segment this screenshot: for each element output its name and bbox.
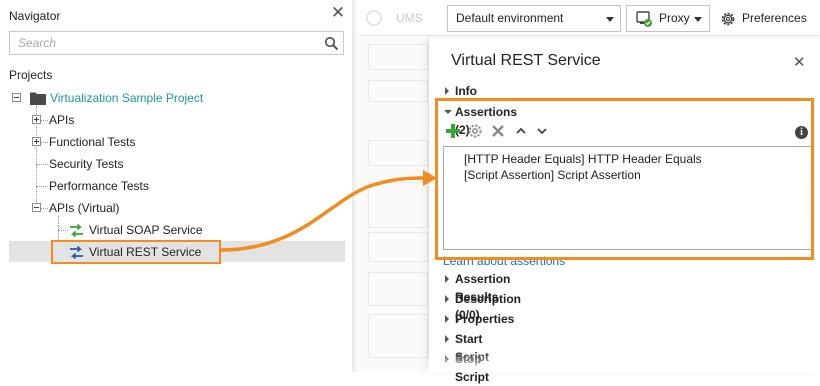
chevron-down-icon bbox=[694, 17, 702, 22]
tree-item-project[interactable]: Virtualization Sample Project bbox=[9, 88, 329, 108]
search-box[interactable] bbox=[9, 31, 344, 55]
collapse-icon[interactable] bbox=[12, 93, 21, 102]
tree-item-label: Virtualization Sample Project bbox=[50, 91, 204, 105]
tree-item-label: Performance Tests bbox=[49, 179, 149, 193]
expand-icon[interactable] bbox=[32, 115, 41, 124]
background-element bbox=[368, 80, 428, 102]
navigator-title: Navigator bbox=[9, 9, 61, 23]
navigator-panel: Navigator ✕ Projects Virtualization Samp… bbox=[0, 0, 352, 372]
back-icon[interactable] bbox=[365, 9, 383, 27]
tree-item-label: APIs (Virtual) bbox=[49, 201, 120, 215]
background-element bbox=[368, 182, 428, 228]
panel-divider[interactable] bbox=[352, 0, 359, 372]
highlight-box-tree-item bbox=[51, 240, 221, 264]
highlight-box-assertions bbox=[435, 98, 814, 260]
tree-item-performance-tests[interactable]: Performance Tests bbox=[9, 176, 209, 196]
search-input[interactable] bbox=[10, 32, 310, 54]
close-icon[interactable]: ✕ bbox=[330, 4, 346, 21]
expand-icon bbox=[445, 87, 449, 95]
expand-icon bbox=[445, 275, 449, 283]
background-element bbox=[368, 140, 428, 166]
close-icon[interactable]: ✕ bbox=[793, 53, 806, 71]
collapse-icon[interactable] bbox=[32, 203, 41, 212]
tree-item-label: Virtual SOAP Service bbox=[89, 223, 203, 237]
tree-item-apis-virtual[interactable]: APIs (Virtual) bbox=[9, 198, 209, 218]
chevron-down-icon bbox=[606, 17, 614, 22]
section-label: Properties bbox=[455, 312, 515, 326]
proxy-label: Proxy bbox=[659, 11, 690, 25]
background-element bbox=[368, 272, 428, 306]
preferences-button[interactable]: Preferences bbox=[718, 5, 813, 32]
background-element bbox=[368, 314, 428, 358]
proxy-icon bbox=[636, 11, 652, 27]
proxy-button[interactable]: Proxy bbox=[626, 5, 710, 32]
toolbar-ghost-label: UMS bbox=[396, 11, 423, 25]
gear-icon bbox=[721, 12, 735, 26]
search-icon[interactable] bbox=[324, 36, 339, 51]
environment-select-value: Default environment bbox=[456, 11, 564, 25]
environment-select[interactable]: Default environment bbox=[447, 5, 621, 32]
folder-icon bbox=[30, 92, 46, 105]
section-label: Description bbox=[455, 292, 522, 306]
tree-item-label: Functional Tests bbox=[49, 135, 136, 149]
fade-overlay bbox=[428, 352, 820, 372]
tree-item-label: Security Tests bbox=[49, 157, 124, 171]
virtual-service-icon bbox=[70, 223, 83, 238]
expand-icon bbox=[445, 315, 449, 323]
expand-icon bbox=[445, 335, 449, 343]
expand-icon[interactable] bbox=[32, 137, 41, 146]
background-element bbox=[368, 44, 428, 70]
projects-label: Projects bbox=[9, 68, 53, 82]
tree-item-security-tests[interactable]: Security Tests bbox=[9, 154, 209, 174]
tree-item-label: APIs bbox=[49, 113, 75, 127]
tree-item-apis[interactable]: APIs bbox=[9, 110, 209, 130]
expand-icon bbox=[445, 295, 449, 303]
tree-item-functional-tests[interactable]: Functional Tests bbox=[9, 132, 209, 152]
background-element bbox=[368, 232, 428, 262]
preferences-label: Preferences bbox=[742, 11, 807, 25]
panel-title: Virtual REST Service bbox=[451, 52, 601, 69]
tree-item-virtual-soap[interactable]: Virtual SOAP Service bbox=[9, 220, 229, 240]
